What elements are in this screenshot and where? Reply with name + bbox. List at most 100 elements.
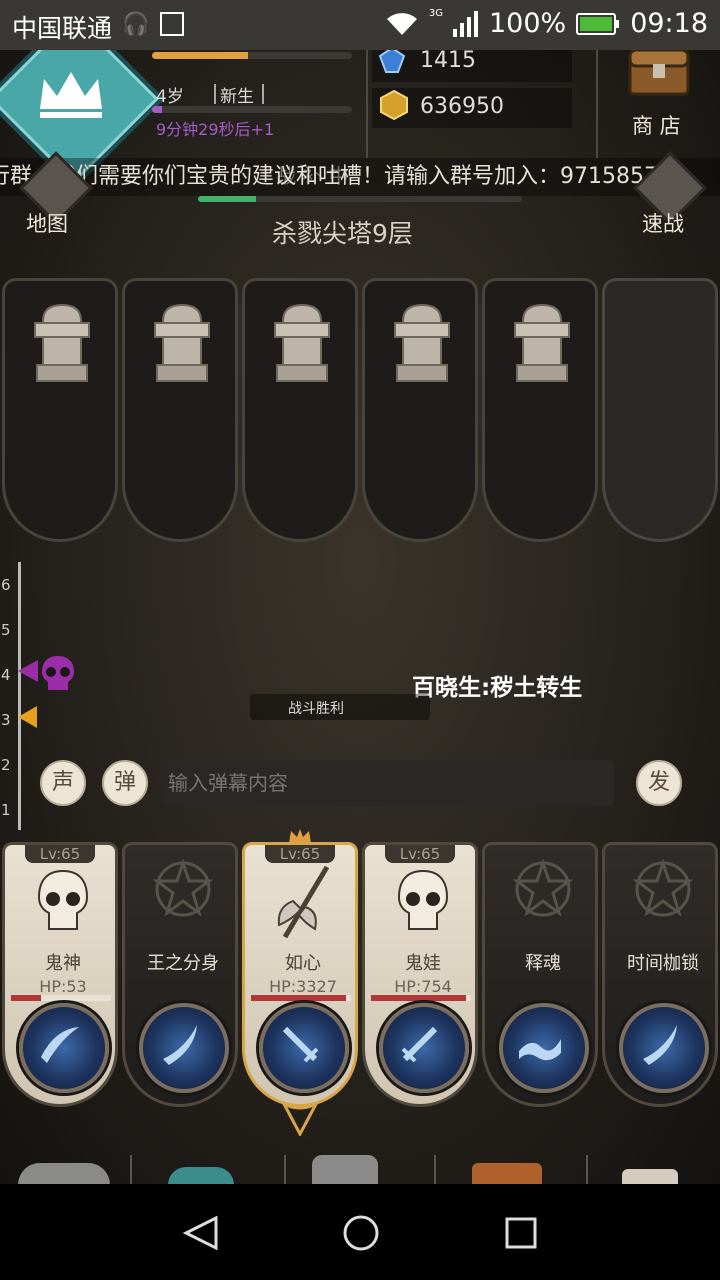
divider — [586, 1155, 588, 1184]
send-button[interactable]: 发 — [636, 760, 682, 806]
signal-icon — [452, 10, 478, 37]
quick-battle-label[interactable]: 速战 — [642, 208, 684, 238]
hero-hp-bar — [251, 995, 351, 1001]
divider — [366, 50, 368, 158]
hero-hp: HP:53 — [39, 977, 87, 996]
skill-button[interactable] — [139, 1003, 229, 1093]
gold-count: 636950 — [420, 94, 504, 119]
helmet-icon[interactable] — [18, 1163, 110, 1184]
tombstone-icon — [274, 303, 330, 382]
danmaku-input[interactable] — [164, 760, 614, 806]
danmaku-toggle-button[interactable]: 弹 — [102, 760, 148, 806]
age-progress-bar — [152, 106, 352, 113]
divider — [214, 84, 216, 104]
system-navigation-bar — [0, 1184, 720, 1280]
wave-skill-icon — [519, 1039, 561, 1061]
timer-label: 9分钟29秒后+1 — [156, 120, 275, 139]
tombstone-icon — [394, 303, 450, 382]
enemy-card-empty[interactable] — [602, 278, 718, 542]
skill-button[interactable] — [19, 1003, 109, 1093]
hero-name: 时间枷锁 — [627, 953, 699, 974]
hero-level: Lv:65 — [265, 845, 335, 863]
battery-icon — [576, 12, 620, 35]
sword-skill-icon — [282, 1026, 319, 1063]
slash-skill-icon — [643, 1025, 677, 1065]
tombstone-icon — [514, 303, 570, 382]
enemy-card[interactable] — [482, 278, 598, 542]
star-emblem-icon — [153, 859, 213, 917]
hero-name: 如心 — [285, 953, 321, 974]
age-label: 4岁 — [156, 87, 184, 107]
hero-hp: HP:754 — [394, 977, 452, 996]
gold-icon — [380, 90, 408, 120]
enemy-card[interactable] — [242, 278, 358, 542]
clock: 09:18 — [630, 8, 708, 39]
hero-hp: HP:3327 — [269, 977, 337, 996]
hero-card[interactable]: Lv:65 鬼神 HP:53 — [2, 842, 118, 1107]
network-type: 3G — [428, 8, 443, 19]
exp-bar — [152, 52, 352, 59]
hero-name: 王之分身 — [147, 953, 219, 974]
sword-skill-icon — [401, 1026, 438, 1063]
treasure-chest-icon — [628, 50, 690, 96]
skill-button[interactable] — [619, 1003, 709, 1093]
skill-button[interactable] — [259, 1003, 349, 1093]
drum-icon[interactable] — [622, 1169, 678, 1184]
hero-card[interactable]: Lv:65 鬼娃 HP:754 — [362, 842, 478, 1107]
gold-marker-icon — [18, 706, 37, 728]
divider — [596, 50, 598, 158]
battery-percent: 100% — [488, 8, 567, 39]
slash-skill-icon — [41, 1027, 79, 1063]
divider — [130, 1155, 132, 1184]
hero-name: 鬼神 — [45, 953, 81, 974]
map-label[interactable]: 地图 — [26, 208, 68, 238]
turn-gauge — [18, 562, 21, 830]
bottom-menu — [0, 1155, 720, 1184]
enemy-card[interactable] — [2, 278, 118, 542]
star-emblem-icon — [513, 859, 573, 917]
hero-name: 释魂 — [525, 953, 561, 974]
divider — [284, 1155, 286, 1184]
divider — [262, 84, 264, 104]
hero-card[interactable]: 王之分身 — [122, 842, 238, 1107]
backpack-icon[interactable] — [168, 1167, 234, 1184]
gauge-number: 5 — [1, 621, 11, 639]
hero-level: Lv:65 — [25, 845, 95, 863]
hero-card[interactable]: 释魂 — [482, 842, 598, 1107]
announcement-ticker: 行群，我们需要你们宝贵的建议和吐槽！请输入群号加入：971585707 — [0, 158, 720, 196]
book-icon[interactable] — [472, 1163, 542, 1184]
enemy-card[interactable] — [362, 278, 478, 542]
hero-card[interactable]: 时间枷锁 — [602, 842, 718, 1107]
selected-ornament-icon — [282, 1102, 318, 1136]
hero-hp-bar — [371, 995, 471, 1001]
home-icon[interactable] — [342, 1214, 380, 1252]
skill-button[interactable] — [499, 1003, 589, 1093]
recent-apps-icon[interactable] — [504, 1216, 538, 1250]
star-emblem-icon — [633, 859, 693, 917]
shop-label[interactable]: 商 店 — [632, 110, 681, 140]
skull-icon — [37, 869, 89, 930]
gauge-number: 4 — [1, 666, 11, 684]
ticker-overlay-text: 战 补 中 — [276, 164, 349, 188]
gauge-number: 2 — [1, 756, 11, 774]
gauge-number: 1 — [1, 801, 11, 819]
stage-label: 新生 — [220, 87, 254, 107]
back-icon[interactable] — [182, 1214, 220, 1252]
slash-skill-icon — [163, 1025, 197, 1065]
shop-button[interactable] — [626, 50, 692, 96]
crown-icon — [30, 64, 112, 124]
sound-button[interactable]: 声 — [40, 760, 86, 806]
wifi-icon — [386, 12, 417, 35]
skull-icon — [42, 656, 74, 690]
tombstone-icon — [34, 303, 90, 382]
headset-icon: 🎧 — [122, 12, 150, 37]
shield-icon[interactable] — [312, 1155, 378, 1184]
skill-button[interactable] — [379, 1003, 469, 1093]
battle-result-label: 战斗胜利 — [288, 701, 344, 717]
gauge-number: 3 — [1, 711, 11, 729]
divider — [434, 1155, 436, 1184]
hero-card-selected[interactable]: Lv:65 如心 HP:3327 — [242, 842, 358, 1107]
purple-marker-icon — [18, 660, 38, 682]
enemy-card[interactable] — [122, 278, 238, 542]
image-icon — [160, 12, 184, 36]
